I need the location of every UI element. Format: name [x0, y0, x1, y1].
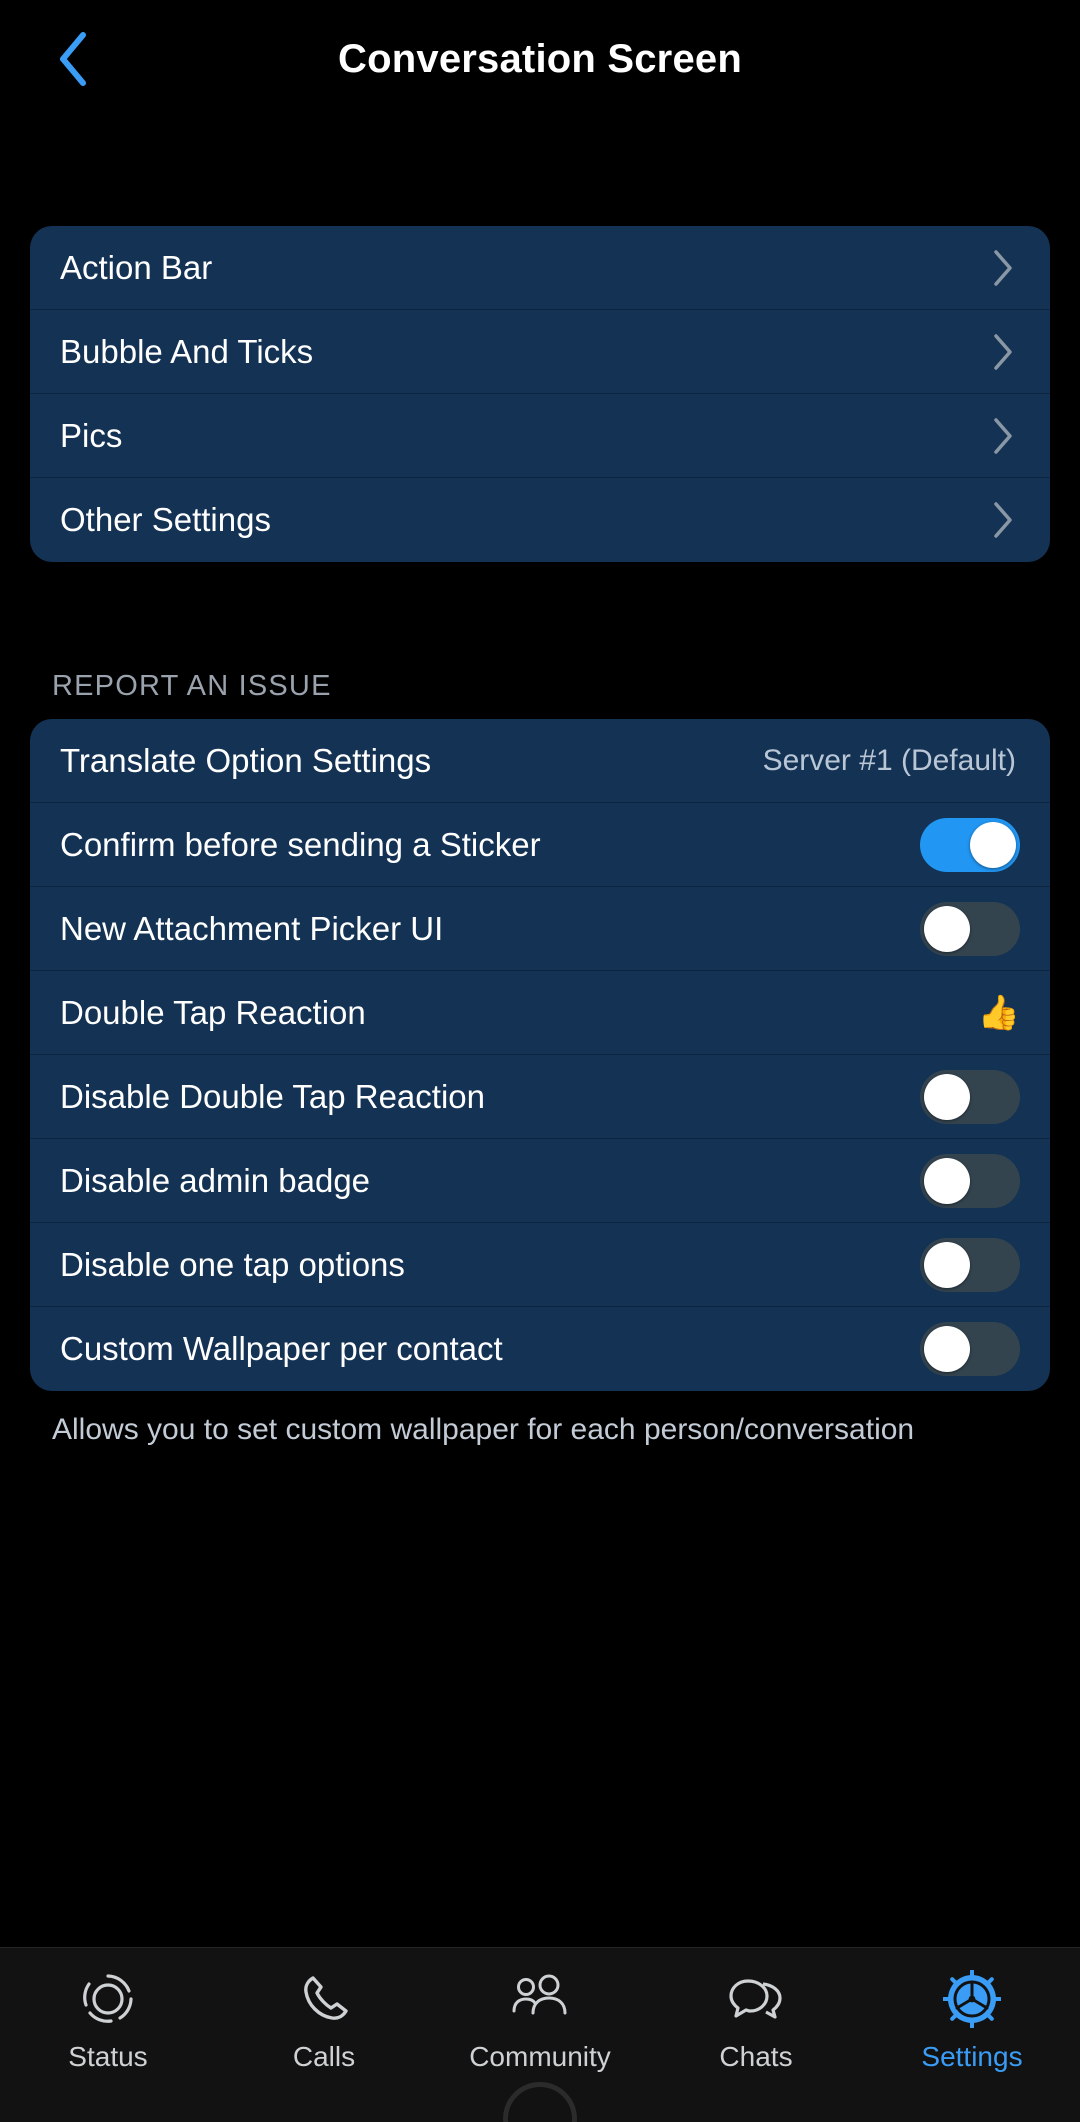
chevron-left-icon — [56, 31, 90, 87]
gear-icon — [943, 1970, 1001, 2028]
row-other-settings[interactable]: Other Settings — [30, 478, 1050, 562]
toggle-custom-wallpaper-per-contact[interactable] — [920, 1322, 1020, 1376]
toggle-disable-admin-badge[interactable] — [920, 1153, 1020, 1208]
toggle-knob — [924, 1157, 970, 1204]
nav-item-status[interactable]: Status — [0, 1970, 216, 2073]
nav-label: Chats — [719, 2041, 793, 2072]
row-disable-one-tap-options[interactable]: Disable one tap options — [30, 1223, 1050, 1307]
row-disable-admin-badge[interactable]: Disable admin badge — [30, 1139, 1050, 1223]
nav-item-chats[interactable]: Chats — [648, 1970, 864, 2073]
row-label: Custom Wallpaper per contact — [60, 1330, 503, 1367]
settings-screen: Conversation Screen Action Bar Bubble An… — [0, 0, 1080, 2122]
toggle-knob — [970, 821, 1016, 868]
spacer-top — [0, 118, 1080, 226]
toggle-knob — [924, 1326, 970, 1372]
status-ring-icon — [80, 1970, 136, 2028]
chevron-right-icon — [986, 333, 1020, 371]
toggle-disable-one-tap-options[interactable] — [920, 1237, 1020, 1292]
toggle-knob — [924, 905, 970, 952]
thumbs-up-icon[interactable]: 👍 — [978, 996, 1020, 1030]
section-header-report-an-issue: REPORT AN ISSUE — [52, 670, 332, 702]
back-button[interactable] — [42, 21, 104, 97]
row-label: Disable admin badge — [60, 1161, 371, 1199]
nav-item-settings[interactable]: Settings — [864, 1970, 1080, 2073]
row-confirm-before-sending-sticker[interactable]: Confirm before sending a Sticker — [30, 803, 1050, 887]
nav-label: Calls — [292, 2041, 356, 2072]
row-label: Disable one tap options — [60, 1245, 405, 1283]
settings-content: Action Bar Bubble And Ticks Pics Other S… — [0, 118, 1080, 1947]
row-label: Other Settings — [60, 501, 271, 538]
row-bubble-and-ticks[interactable]: Bubble And Ticks — [30, 310, 1050, 394]
report-an-issue-card: Translate Option Settings Server #1 (Def… — [30, 719, 1050, 1391]
nav-item-calls[interactable]: Calls — [216, 1970, 432, 2073]
bottom-navigation-bar: Status Calls Community Chats Settings — [0, 1947, 1080, 2122]
spacer-between-groups — [0, 562, 1080, 670]
row-action-bar[interactable]: Action Bar — [30, 226, 1050, 310]
nav-label: Settings — [921, 2041, 1023, 2072]
toggle-confirm-before-sending-sticker[interactable] — [920, 817, 1020, 872]
chevron-right-icon — [986, 501, 1020, 539]
section-footer-custom-wallpaper: Allows you to set custom wallpaper for e… — [52, 1413, 915, 1446]
nav-overflow-peek — [503, 2082, 577, 2122]
row-pics[interactable]: Pics — [30, 394, 1050, 478]
row-label: Double Tap Reaction — [60, 993, 366, 1031]
nav-label: Status — [68, 2041, 148, 2072]
toggle-new-attachment-picker-ui[interactable] — [920, 901, 1020, 956]
row-label: Pics — [60, 416, 123, 454]
chat-bubbles-icon — [725, 1970, 787, 2028]
row-label: Confirm before sending a Sticker — [60, 825, 541, 863]
row-translate-option-settings[interactable]: Translate Option Settings Server #1 (Def… — [30, 719, 1050, 803]
row-value: Server #1 (Default) — [762, 743, 1016, 777]
row-label: Action Bar — [60, 248, 213, 286]
row-new-attachment-picker-ui[interactable]: New Attachment Picker UI — [30, 887, 1050, 971]
row-label: Bubble And Ticks — [60, 332, 314, 370]
phone-icon — [296, 1970, 352, 2028]
navigation-group-card: Action Bar Bubble And Ticks Pics Other S… — [30, 226, 1050, 562]
chevron-right-icon — [986, 249, 1020, 287]
row-label: New Attachment Picker UI — [60, 909, 444, 947]
row-double-tap-reaction[interactable]: Double Tap Reaction 👍 — [30, 971, 1050, 1055]
row-label: Disable Double Tap Reaction — [60, 1077, 485, 1115]
page-title: Conversation Screen — [338, 36, 742, 81]
row-custom-wallpaper-per-contact[interactable]: Custom Wallpaper per contact — [30, 1307, 1050, 1391]
nav-label: Community — [469, 2041, 611, 2072]
nav-item-community[interactable]: Community — [432, 1970, 648, 2073]
toggle-knob — [924, 1073, 970, 1120]
people-group-icon — [509, 1970, 571, 2028]
row-disable-double-tap-reaction[interactable]: Disable Double Tap Reaction — [30, 1055, 1050, 1139]
app-header: Conversation Screen — [0, 0, 1080, 118]
row-label: Translate Option Settings — [60, 741, 432, 779]
toggle-knob — [924, 1241, 970, 1288]
toggle-disable-double-tap-reaction[interactable] — [920, 1069, 1020, 1124]
chevron-right-icon — [986, 417, 1020, 455]
